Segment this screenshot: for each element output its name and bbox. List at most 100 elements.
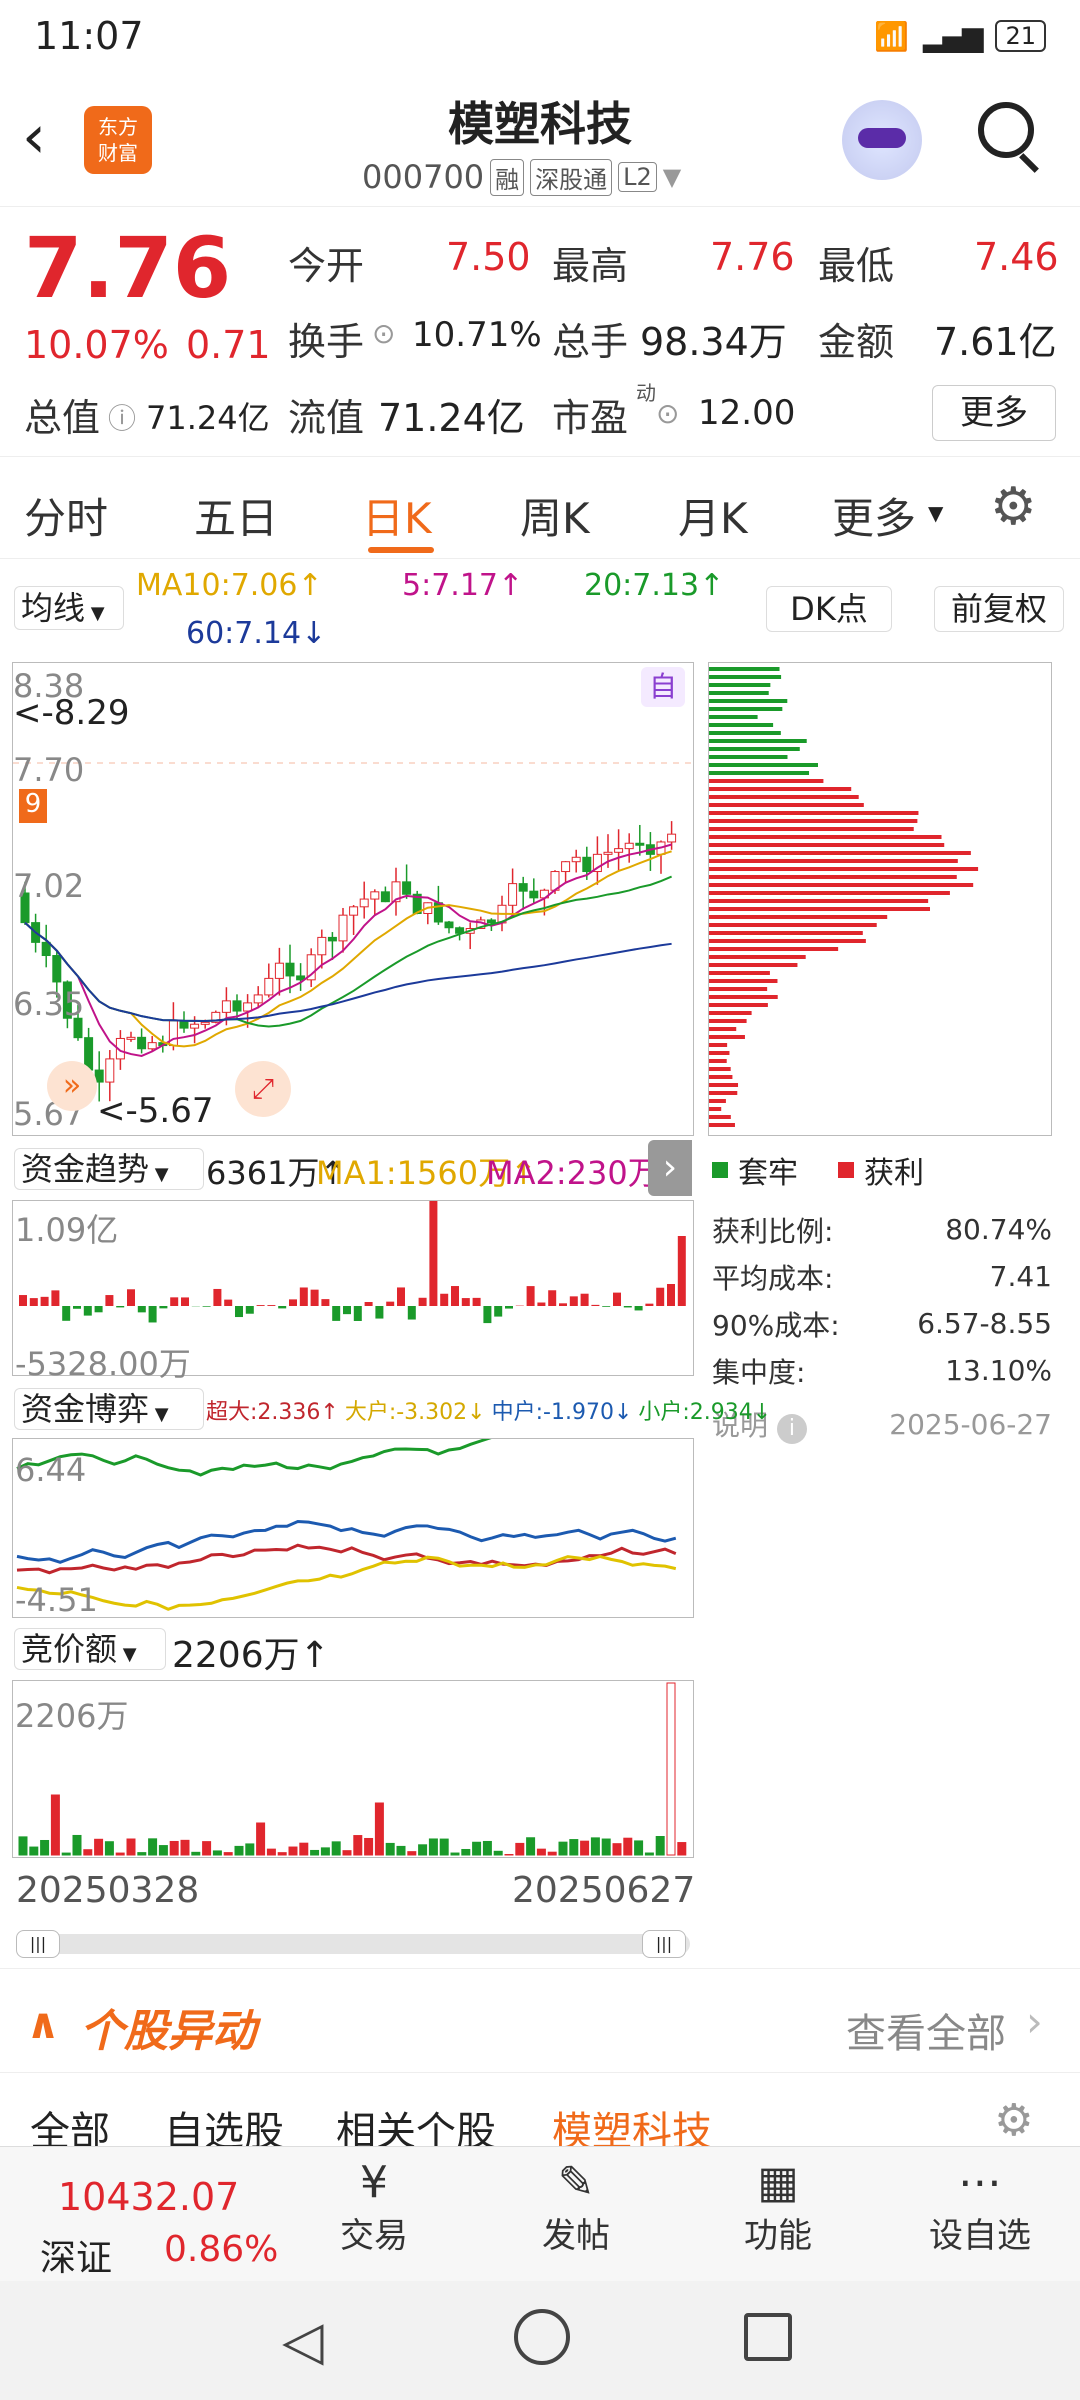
fullscreen-icon[interactable]: ⤢ [235, 1061, 291, 1117]
y-label-3: 7.02 [13, 867, 85, 905]
y-label-4: 6.35 [13, 985, 85, 1023]
fund-bar [472, 1297, 481, 1306]
index-value: 10432.07 [58, 2175, 240, 2219]
battery-icon: 21 [995, 20, 1046, 52]
info-icon[interactable]: ⓘ [108, 397, 136, 437]
chevron-right-icon[interactable]: › [648, 1140, 692, 1196]
chip-bar [709, 843, 945, 847]
nav-post[interactable]: ✎ 发帖 [506, 2147, 646, 2257]
gear-icon[interactable]: ⚙ [994, 2095, 1033, 2146]
info-icon[interactable]: ⊙ [372, 317, 395, 350]
fund-bar [645, 1303, 654, 1306]
tab-more[interactable]: 更多 [832, 485, 916, 546]
candle-body [518, 883, 528, 892]
chip-bar [709, 755, 788, 759]
fund-bar [289, 1299, 297, 1306]
chip-bar [709, 963, 798, 967]
candle-body [338, 914, 348, 942]
stock-code-row[interactable]: 000700 融 深股通 L2 ▼ [362, 158, 681, 196]
chip-stat-label: 获利比例: [712, 1214, 834, 1248]
stock-header: ‹ 东方 财富 模塑科技 000700 融 深股通 L2 ▼ [0, 72, 1080, 207]
index-ticker[interactable]: 10432.07 深证 0.86% [0, 2147, 278, 2282]
chip-bar [709, 1083, 739, 1087]
event-badge[interactable]: 9 [19, 789, 47, 823]
fund-bar [494, 1306, 503, 1317]
range-slider[interactable]: ||| ||| [16, 1930, 690, 1958]
fund-bar [116, 1306, 125, 1308]
fund-bar [353, 1306, 362, 1321]
chip-bar [709, 1043, 728, 1047]
view-all-link[interactable]: 查看全部 [846, 2001, 1006, 2059]
status-time: 11:07 [34, 14, 144, 58]
tab-weekly-k[interactable]: 周K [520, 485, 590, 546]
info-icon[interactable]: ⊙ [656, 397, 679, 430]
super-large-label: 超大:2.336↑ [206, 1400, 339, 1425]
chip-bar [709, 811, 919, 815]
date-end: 20250627 [512, 1870, 696, 1911]
chevron-right-icon: › [1026, 1997, 1043, 2046]
tab-five-day[interactable]: 五日 [194, 485, 278, 546]
game-svg [16, 1421, 677, 1611]
float-value: 71.24亿 [378, 396, 525, 440]
kline-chart[interactable]: 8.38 <-8.29 7.70 7.02 6.35 5.67 <-5.67 9… [12, 662, 694, 1136]
status-icons: 📶 ▂▄▆ 21 [874, 20, 1046, 53]
auction-bar [472, 1841, 482, 1856]
fund-bar [580, 1293, 589, 1306]
auction-bar [418, 1844, 428, 1856]
home-circle-icon[interactable] [514, 2309, 570, 2365]
chip-bar [709, 931, 863, 935]
signal-icon: ▂▄▆ [922, 19, 984, 53]
fund-trend-selector[interactable]: 资金趋势 ▼ [14, 1148, 204, 1190]
auction-bar [644, 1852, 654, 1856]
nav-trade[interactable]: ¥ 交易 [304, 2147, 444, 2257]
wifi-icon: 📶 [873, 19, 909, 53]
mcap-label: 总值 [24, 396, 101, 440]
tab-intraday[interactable]: 分时 [24, 485, 108, 546]
nav-post-label: 发帖 [542, 2216, 610, 2256]
chevron-down-icon: ▼ [662, 163, 682, 191]
candle-body [126, 1036, 136, 1040]
search-icon[interactable] [978, 102, 1034, 158]
amount-value: 7.61亿 [934, 320, 1057, 364]
ma-selector-button[interactable]: 均线 ▼ [14, 586, 124, 630]
fund-bar [73, 1306, 81, 1309]
auction-bar [266, 1848, 276, 1856]
auction-top-label: 2206万 [15, 1697, 129, 1735]
system-nav-bar: ◁ [0, 2281, 1080, 2400]
auction-bar [439, 1838, 449, 1856]
tab-monthly-k[interactable]: 月K [678, 485, 748, 546]
dk-point-button[interactable]: DK点 [766, 586, 892, 632]
more-button[interactable]: 更多 [932, 385, 1056, 441]
gear-icon[interactable]: ⚙ [990, 477, 1037, 537]
chip-bar [709, 923, 877, 927]
recents-square-icon[interactable] [744, 2313, 792, 2361]
self-select-marker[interactable]: 自 [641, 667, 685, 707]
auction-bar [18, 1836, 28, 1856]
robot-avatar-icon[interactable] [842, 100, 922, 180]
tab-daily-k[interactable]: 日K [362, 485, 432, 546]
chip-bar [709, 1019, 747, 1023]
candle-body [349, 906, 359, 916]
back-triangle-icon[interactable]: ◁ [282, 2309, 324, 2372]
auction-bar [202, 1841, 212, 1856]
stock-code: 000700 [362, 158, 485, 196]
fund-game-selector[interactable]: 资金博弈 ▼ [14, 1388, 204, 1430]
adjustment-button[interactable]: 前复权 [934, 586, 1064, 632]
chip-bar [709, 1027, 737, 1031]
nav-add-watchlist[interactable]: ⋯ 设自选 [910, 2147, 1050, 2257]
chip-bar [709, 1003, 768, 1007]
fund-bar [127, 1289, 135, 1306]
slider-handle-left[interactable]: ||| [16, 1930, 60, 1958]
chevron-up-icon[interactable]: ∧ [26, 1999, 60, 2048]
slider-handle-right[interactable]: ||| [642, 1930, 686, 1958]
fund-bar [613, 1292, 621, 1306]
fund-bar [623, 1306, 632, 1308]
fund-bar [537, 1302, 546, 1306]
chip-stat-row: 平均成本: 7.41 [712, 1253, 1052, 1300]
nav-functions[interactable]: ▦ 功能 [708, 2147, 848, 2257]
auction-bar [158, 1845, 168, 1856]
expand-left-icon[interactable]: » [47, 1061, 97, 1111]
auction-selector[interactable]: 竞价额 ▼ [14, 1628, 166, 1670]
fund-bar [526, 1286, 535, 1306]
chip-bar [709, 771, 810, 775]
